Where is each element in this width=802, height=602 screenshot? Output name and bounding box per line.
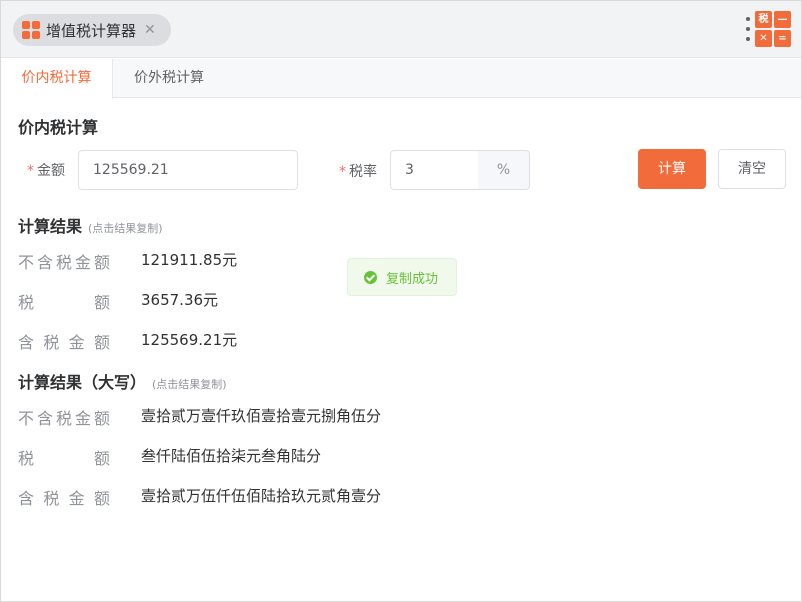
rate-percent-suffix: % (478, 150, 530, 190)
logo-cell: ✕ (755, 30, 772, 47)
label-char: 金 (74, 253, 91, 272)
label-char: 额 (93, 293, 110, 312)
copy-hint: (点击结果复制) (88, 222, 163, 235)
label-char: 含 (36, 253, 53, 272)
label-char: 额 (93, 409, 110, 428)
calculator-icon (22, 21, 40, 39)
close-icon[interactable]: ✕ (144, 22, 156, 38)
mode-tabs: 价内税计算 价外税计算 (1, 59, 801, 99)
clear-button[interactable]: 清空 (718, 149, 786, 189)
tax-amount-value[interactable]: 3657.36元 (141, 289, 218, 310)
more-vertical-icon[interactable] (745, 17, 751, 41)
required-mark: * (339, 164, 346, 180)
copy-hint: (点击结果复制) (152, 378, 227, 391)
calculate-button[interactable]: 计算 (638, 149, 706, 189)
calculator-logo-icon: 税 — ✕ = (755, 11, 791, 47)
amount-label-text: 金额 (37, 163, 65, 179)
label-char: 税 (55, 253, 72, 272)
label-char: 含 (18, 333, 35, 352)
amount-incl-tax-upper-value[interactable]: 壹拾贰万伍仟伍佰陆拾玖元贰角壹分 (141, 485, 381, 506)
rate-label: * 税率 (339, 161, 377, 181)
title-bar: 增值税计算器 ✕ 税 — ✕ = (1, 1, 801, 58)
label-char: 含 (18, 489, 35, 508)
form-section-title: 价内税计算 (18, 118, 99, 137)
label-char: 税 (43, 333, 60, 352)
results-title: 计算结果 (点击结果复制) (18, 213, 163, 237)
app-window: 增值税计算器 ✕ 税 — ✕ = 价内税计算 价外税计算 价内税计算 *金额 *… (0, 0, 802, 602)
logo-cell: = (774, 30, 791, 47)
copy-success-toast: 复制成功 (347, 258, 457, 296)
label-char: 税 (18, 293, 35, 312)
rate-input[interactable] (390, 150, 479, 190)
result-row-label: 不含税金额 (18, 249, 110, 273)
tab-exclusive-tax[interactable]: 价外税计算 (114, 59, 224, 98)
label-char: 不 (18, 253, 35, 272)
amount-label: * 金额 (27, 160, 65, 180)
results-upper-title-text: 计算结果（大写） (18, 373, 147, 392)
amount-input[interactable] (78, 150, 298, 190)
result-row-label: 不含税金额 (18, 405, 110, 429)
label-char: 税 (18, 449, 35, 468)
app-title: 增值税计算器 (46, 21, 137, 40)
app-tab[interactable]: 增值税计算器 ✕ (13, 14, 171, 46)
label-char: 税 (55, 409, 72, 428)
label-char: 含 (36, 409, 53, 428)
toast-message: 复制成功 (386, 271, 439, 287)
label-char: 金 (68, 489, 85, 508)
label-char: 额 (93, 253, 110, 272)
result-row-label: 含税金额 (18, 329, 110, 353)
result-row-label: 税额 (18, 445, 110, 469)
check-circle-icon (364, 270, 377, 284)
label-char: 金 (68, 333, 85, 352)
label-char: 不 (18, 409, 35, 428)
logo-cell: 税 (755, 11, 772, 28)
rate-label-text: 税率 (349, 164, 377, 180)
label-char: 额 (93, 449, 110, 468)
results-title-text: 计算结果 (18, 217, 83, 236)
result-row-label: 税额 (18, 289, 110, 313)
result-row-label: 含税金额 (18, 485, 110, 509)
amount-excl-tax-value[interactable]: 121911.85元 (141, 249, 237, 270)
label-char: 税 (43, 489, 60, 508)
label-char: 金 (74, 409, 91, 428)
tax-amount-upper-value[interactable]: 叁仟陆佰伍拾柒元叁角陆分 (141, 445, 321, 466)
required-mark: * (27, 163, 34, 179)
label-char: 额 (93, 333, 110, 352)
tab-inclusive-tax[interactable]: 价内税计算 (1, 59, 113, 99)
logo-cell: — (774, 11, 791, 28)
amount-incl-tax-value[interactable]: 125569.21元 (141, 329, 237, 350)
results-upper-title: 计算结果（大写） (点击结果复制) (18, 369, 227, 393)
label-char: 额 (93, 489, 110, 508)
amount-excl-tax-upper-value[interactable]: 壹拾贰万壹仟玖佰壹拾壹元捌角伍分 (141, 405, 381, 426)
